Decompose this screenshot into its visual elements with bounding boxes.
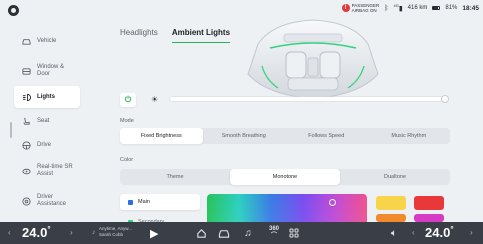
- window-icon: [22, 67, 31, 76]
- preset-red[interactable]: [414, 196, 444, 210]
- sidebar-item-driver-assistance[interactable]: Driver Assistance: [14, 188, 80, 214]
- home-icon[interactable]: [195, 226, 207, 240]
- ambient-power-toggle[interactable]: ⏻: [120, 93, 136, 107]
- color-option-dualtone[interactable]: Dualtone: [340, 169, 450, 185]
- passenger-temp-up-icon[interactable]: ›: [470, 222, 473, 244]
- driver-temp-up-icon[interactable]: ›: [70, 222, 73, 244]
- brightness-slider[interactable]: [170, 97, 447, 101]
- mode-segmented-control: Fixed Brightness Smooth Breathing Follow…: [120, 128, 450, 144]
- zone-main[interactable]: Main: [120, 194, 200, 210]
- battery-icon: [432, 6, 441, 10]
- driver-assistance-icon: [22, 196, 31, 206]
- song-title: Anytime, Anyw...: [99, 226, 133, 231]
- passenger-temperature[interactable]: 24.0°: [425, 225, 454, 240]
- preset-yellow[interactable]: [376, 196, 406, 210]
- airbag-warning-icon: !: [341, 4, 350, 12]
- mode-option-follows-speed[interactable]: Follows Speed: [285, 128, 368, 144]
- status-indicators: ! PASSENGER AIRBAG ON ᛒ 4G▮ 416 km 81% 1…: [341, 3, 479, 13]
- color-picker-thumb[interactable]: [329, 199, 336, 206]
- sidebar-label-sr-assist: Real-time SR Assist: [37, 164, 73, 177]
- sidebar-item-seat[interactable]: Seat: [14, 110, 80, 132]
- sidebar-item-drive[interactable]: Drive: [14, 134, 80, 156]
- signal-label: 4G: [393, 3, 399, 9]
- mode-label: Mode: [120, 118, 134, 124]
- driver-temperature[interactable]: 24.0°: [22, 225, 51, 240]
- battery-value: 81%: [445, 5, 458, 11]
- volume-icon[interactable]: 🔈︎: [388, 226, 400, 240]
- passenger-temperature-unit: °: [450, 225, 454, 234]
- now-playing[interactable]: Anytime, Anyw... Sarah Cobb: [99, 226, 143, 237]
- music-note-icon: ♪: [92, 229, 96, 236]
- driver-temp-down-icon[interactable]: ‹: [8, 222, 11, 244]
- mode-option-fixed-brightness[interactable]: Fixed Brightness: [120, 128, 203, 144]
- driver-temperature-value: 24.0: [22, 225, 48, 240]
- camera-360-button[interactable]: 360 ⌒: [269, 226, 279, 240]
- sidebar-label-lights: Lights: [37, 93, 55, 100]
- car-icon: [22, 37, 31, 46]
- passenger-temperature-value: 24.0: [425, 225, 451, 240]
- color-segmented-control: Theme Monotone Dualtone: [120, 169, 450, 185]
- sidebar-scrollbar[interactable]: [10, 122, 12, 138]
- power-icon: ⏻: [124, 95, 132, 104]
- driver-temperature-unit: °: [47, 225, 51, 234]
- sidebar-item-lights[interactable]: Lights: [14, 86, 80, 108]
- sidebar-label-seat: Seat: [37, 117, 50, 124]
- steering-wheel-icon: [22, 140, 31, 150]
- sidebar-label-window-door: Window & Door: [37, 64, 65, 77]
- zone-main-label: Main: [138, 199, 150, 205]
- color-label: Color: [120, 157, 134, 163]
- brand-logo-icon: [8, 5, 19, 16]
- mode-option-music-rhythm[interactable]: Music Rhythm: [368, 128, 451, 144]
- play-icon[interactable]: ▶: [150, 227, 158, 240]
- music-icon[interactable]: ♫: [242, 226, 254, 240]
- lights-icon: [22, 93, 31, 102]
- preset-magenta[interactable]: [414, 214, 444, 222]
- brightness-slider-thumb[interactable]: [441, 95, 449, 103]
- mode-option-smooth-breathing[interactable]: Smooth Breathing: [203, 128, 286, 144]
- zone-main-swatch: [128, 199, 133, 205]
- tab-ambient-lights[interactable]: Ambient Lights: [171, 28, 231, 43]
- preset-orange[interactable]: [376, 214, 406, 222]
- camera-360-label: 360: [269, 226, 280, 232]
- brightness-icon: ☀: [151, 95, 159, 104]
- airbag-status: ! PASSENGER AIRBAG ON: [341, 3, 379, 13]
- sidebar-label-drive: Drive: [37, 141, 52, 148]
- color-option-monotone[interactable]: Monotone: [230, 169, 340, 185]
- airbag-line-2: AIRBAG ON: [351, 8, 377, 13]
- tab-headlights[interactable]: Headlights: [120, 28, 158, 43]
- car-settings-icon[interactable]: [218, 226, 230, 240]
- sr-assist-icon: [22, 167, 31, 176]
- range-value: 416 km: [407, 5, 428, 11]
- clock: 18:45: [462, 4, 479, 12]
- sidebar-label-driver-assistance: Driver Assistance: [37, 194, 67, 207]
- sidebar-item-vehicle[interactable]: Vehicle: [14, 30, 80, 52]
- seat-icon: [22, 117, 31, 126]
- car-interior-image: [238, 14, 388, 100]
- apps-grid-icon[interactable]: [288, 226, 300, 240]
- passenger-temp-down-icon[interactable]: ‹: [412, 222, 415, 244]
- ambient-lights-screen: ! PASSENGER AIRBAG ON ᛒ 4G▮ 416 km 81% 1…: [0, 0, 483, 244]
- color-option-theme[interactable]: Theme: [120, 169, 230, 185]
- bluetooth-icon: ᛒ: [384, 4, 389, 12]
- signal-icon: 4G▮: [393, 3, 403, 13]
- settings-sidebar: Vehicle Window & Door Lights Seat Drive: [0, 22, 86, 222]
- lights-tabs: Headlights Ambient Lights: [120, 28, 231, 43]
- sidebar-label-vehicle: Vehicle: [37, 37, 57, 44]
- bottom-dock: ‹ 24.0° › ♪ Anytime, Anyw... Sarah Cobb …: [0, 222, 483, 244]
- song-artist: Sarah Cobb: [99, 231, 124, 237]
- sidebar-item-window-door[interactable]: Window & Door: [14, 58, 80, 84]
- sidebar-item-sr-assist[interactable]: Real-time SR Assist: [14, 158, 80, 184]
